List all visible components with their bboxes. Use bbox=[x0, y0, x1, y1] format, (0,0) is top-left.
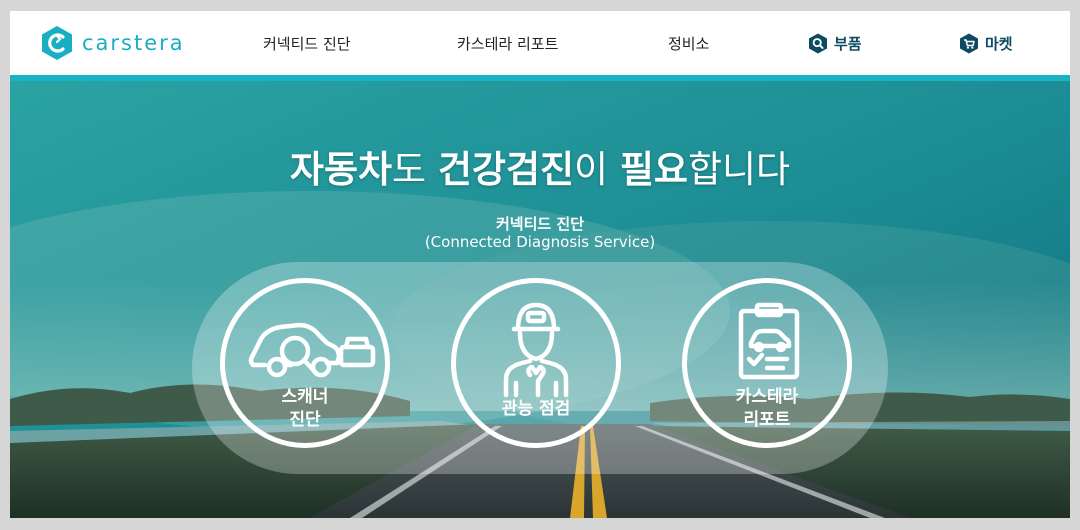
scanner-label-line1: 스캐너 bbox=[281, 387, 329, 407]
headline-part-car: 자동차 bbox=[289, 148, 393, 191]
nav-carstera-report[interactable]: 카스테라 리포트 bbox=[457, 33, 558, 54]
carstera-logo-icon bbox=[42, 26, 72, 60]
headline-part-need: 필요 bbox=[619, 148, 688, 191]
site-header: carstera 커넥티드 진단 카스테라 리포트 정비소 부품 마켓 bbox=[10, 11, 1070, 75]
headline-part-also: 도 bbox=[392, 148, 438, 191]
search-icon bbox=[809, 33, 827, 54]
section-title: 커넥티드 진단 bbox=[495, 215, 585, 233]
nav-market-label: 마켓 bbox=[985, 35, 1013, 53]
headline-part-checkup: 건강검진 bbox=[437, 148, 575, 191]
carstera-report-button[interactable]: 카스테라 리포트 bbox=[682, 278, 852, 448]
report-label-line1: 카스테라 bbox=[735, 387, 799, 407]
scanner-diagnosis-button[interactable]: 스캐너 진단 bbox=[220, 278, 390, 448]
headline-part-ending: 합니다 bbox=[687, 148, 791, 191]
section-subtitle: (Connected Diagnosis Service) bbox=[424, 233, 656, 251]
nav-parts-label: 부품 bbox=[834, 35, 862, 53]
sensory-check-button[interactable]: 관능 점검 bbox=[451, 278, 621, 448]
nav-connected-diagnosis[interactable]: 커넥티드 진단 bbox=[263, 33, 351, 54]
report-label-line2: 리포트 bbox=[743, 410, 791, 430]
headline-part-particle: 이 bbox=[574, 148, 620, 191]
sensory-check-label: 관능 점검 bbox=[501, 399, 571, 419]
page-frame: carstera 커넥티드 진단 카스테라 리포트 정비소 부품 마켓 자동차도… bbox=[10, 11, 1070, 518]
nav-market[interactable]: 마켓 bbox=[959, 33, 1013, 54]
nav-parts[interactable]: 부품 bbox=[808, 33, 862, 54]
cart-icon bbox=[960, 33, 978, 54]
hero-section: 자동차도 건강검진이 필요합니다 커넥티드 진단 (Connected Diag… bbox=[10, 81, 1070, 518]
hero-headline: 자동차도 건강검진이 필요합니다 bbox=[10, 139, 1070, 193]
logo-text: carstera bbox=[82, 31, 185, 55]
scanner-label-line2: 진단 bbox=[289, 410, 321, 430]
nav-service-center[interactable]: 정비소 bbox=[668, 33, 709, 54]
carstera-logo[interactable]: carstera bbox=[40, 25, 185, 61]
